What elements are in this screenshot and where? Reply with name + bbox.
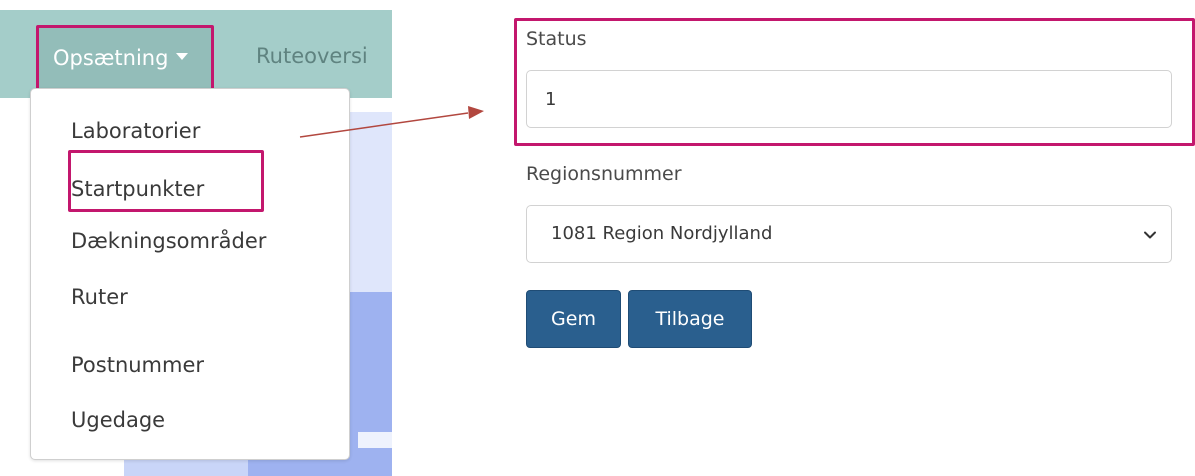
region-selected-value: 1081 Region Nordjylland — [551, 223, 773, 244]
status-input[interactable] — [526, 70, 1172, 128]
chevron-down-icon — [1144, 231, 1156, 239]
save-button[interactable]: Gem — [526, 290, 621, 348]
menu-item-laboratories[interactable]: Laboratorier — [71, 118, 200, 144]
menu-item-start-points[interactable]: Startpunkter — [71, 176, 204, 202]
menu-item-weekdays[interactable]: Ugedage — [71, 407, 165, 433]
navigation-panel: Opsætning Ruteoversi Laboratorier Startp… — [0, 0, 392, 476]
caret-down-icon — [176, 52, 189, 60]
back-button[interactable]: Tilbage — [628, 290, 752, 348]
nav-setup-dropdown-toggle[interactable]: Opsætning — [36, 25, 214, 91]
menu-item-postal-codes[interactable]: Postnummer — [71, 352, 204, 378]
background-decoration — [358, 432, 392, 448]
setup-dropdown-menu: Laboratorier Startpunkter Dækningsområde… — [30, 88, 350, 460]
arrow-head — [468, 106, 484, 119]
menu-item-routes[interactable]: Ruter — [71, 284, 128, 310]
menu-item-coverage-areas[interactable]: Dækningsområder — [71, 228, 266, 254]
region-number-label: Regionsnummer — [526, 163, 682, 185]
navbar: Opsætning Ruteoversi — [0, 10, 392, 98]
region-number-select[interactable]: 1081 Region Nordjylland — [526, 205, 1172, 263]
nav-route-overview-link[interactable]: Ruteoversi — [256, 44, 368, 68]
screenshot-canvas: Opsætning Ruteoversi Laboratorier Startp… — [0, 0, 1195, 476]
status-label: Status — [526, 28, 587, 50]
nav-setup-label: Opsætning — [53, 46, 169, 70]
